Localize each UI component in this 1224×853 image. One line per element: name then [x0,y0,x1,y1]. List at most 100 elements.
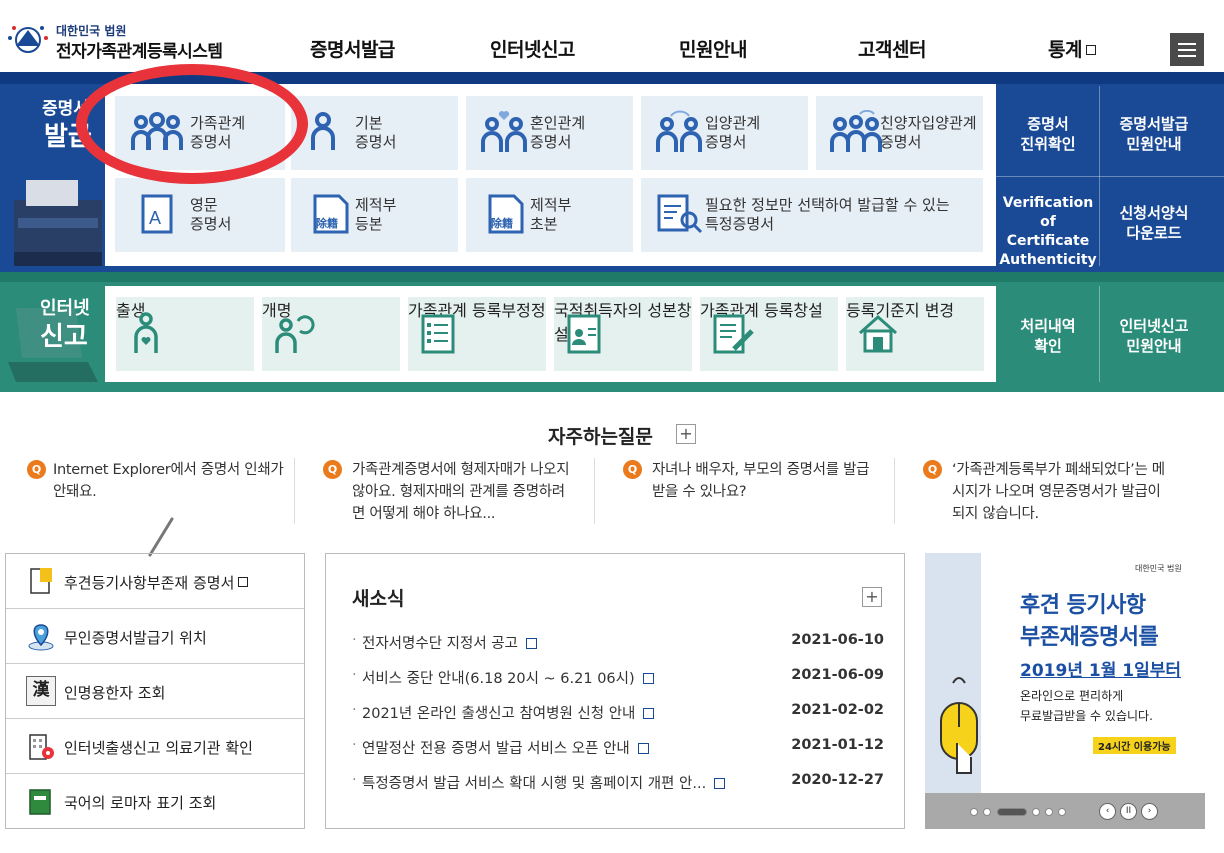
news-more-button[interactable]: + [862,587,882,607]
court-emblem-icon [8,26,48,53]
link-line: Certificate [1006,233,1090,249]
banner-court-label: 대한민국 법원 [1135,564,1182,573]
link-report-guide[interactable]: 인터넷신고 민원안내 [1104,316,1204,356]
nav-civil-guide[interactable]: 민원안내 [679,35,747,62]
tile-label: 기본 [355,114,383,132]
faq-line: 면 어떻게 해야 하나요... [352,506,496,522]
tile-label: 혼인관계 [530,114,586,132]
news-item[interactable]: · 전자서명수단 지정서 공고 2021-06-10 [352,632,884,652]
tile-specific-cert[interactable]: 필요한 정보만 선택하여 발급할 수 있는 특정증명서 [641,178,983,252]
doc-pen-icon [713,314,754,354]
bullet: · [352,667,357,683]
banner-line: 2019년 1월 1일부터 [1020,661,1182,681]
faq-line: 시지가 나오며 영문증명서가 발급이 [952,484,1161,500]
quick-link-hospital-check[interactable]: 인터넷출생신고 의료기관 확인 [6,719,304,774]
tile-naturalized-surname[interactable]: 국적취득자의 성본창설 [554,297,692,371]
checklist-doc-icon [421,314,455,354]
tile-removed-register-copy[interactable]: 除籍 제적부 등본 [291,178,458,252]
slide-dot[interactable] [983,808,991,816]
tile-basic-cert[interactable]: 기본 증명서 [291,96,458,170]
header: 대한민국 법원 전자가족관계등록시스템 증명서발급 인터넷신고 민원안내 고객센… [0,0,1224,72]
report-band-title-2: 신고 [40,322,88,352]
english-doc-icon: A [141,194,173,234]
tile-name-change[interactable]: 개명 [262,297,400,371]
faq-line: 가족관계증명서에 형제자매가 나오지 [352,462,570,478]
slide-dot[interactable] [1032,808,1040,816]
pause-button[interactable]: II [1120,803,1137,820]
tile-label: 등록창설 [763,301,823,320]
red-circle-annotation [76,64,308,184]
house-icon [859,314,897,353]
news-item-date: 2020-12-27 [791,772,884,788]
slide-dot-active[interactable] [997,808,1027,816]
banner-line: 무료발급받을 수 있습니다. [1020,709,1153,723]
nav-certificate-issue[interactable]: 증명서발급 [310,35,395,62]
tile-adoption-cert[interactable]: 입양관계 증명서 [641,96,808,170]
tile-label: 증명서 [880,133,922,151]
slide-dot[interactable] [1045,808,1053,816]
link-line: 처리내역 [1020,317,1076,335]
faq-item[interactable]: Q 가족관계증명서에 형제자매가 나오지 않아요. 형제자매의 관계를 증명하려… [305,458,595,524]
prev-slide-button[interactable]: ‹ [1099,803,1116,820]
faq-line: 자녀나 배우자, 부모의 증명서를 발급 [652,462,870,478]
faq-item[interactable]: Q 자녀나 배우자, 부모의 증명서를 발급 받을 수 있나요? [605,458,895,524]
slide-dot[interactable] [970,808,978,816]
tile-label: 특정증명서 [705,215,775,233]
all-menu-button[interactable] [1170,33,1204,66]
tile-birth-report[interactable]: 출생 [116,297,254,371]
next-slide-button[interactable]: › [1141,803,1158,820]
quick-link-romanization[interactable]: 국어의 로마자 표기 조회 [6,774,304,829]
banner-line: 후견 등기사항 [1020,593,1146,618]
svg-text:A: A [149,208,161,228]
faq-item[interactable]: Q ‘가족관계등록부가 폐쇄되었다’는 메 시지가 나오며 영문증명서가 발급이… [905,458,1195,524]
nav-statistics[interactable]: 통계 [1048,35,1096,62]
news-item-title: 2021년 온라인 출생신고 참여병원 신청 안내 [362,702,655,723]
quick-link-hanja-lookup[interactable]: 漢 인명용한자 조회 [6,664,304,719]
document-icon [714,778,726,789]
promo-banner[interactable]: 대한민국 법원 후견 등기사항 부존재증명서를 2019년 1월 1일부터 온라… [925,553,1205,829]
link-verification-english[interactable]: Verification of Certificate Authenticity [998,194,1098,270]
nav-customer-center[interactable]: 고객센터 [858,35,926,62]
link-line: 민원안내 [1126,135,1182,153]
document-icon [637,743,649,754]
tile-register-correction[interactable]: 가족관계 등록부정정 [408,297,546,371]
faq-line: 받을 수 있나요? [652,484,747,500]
couple-heart-icon [481,111,527,152]
tile-removed-register-abstract[interactable]: 除籍 제적부 초본 [466,178,633,252]
tile-register-creation[interactable]: 가족관계 등록창설 [700,297,838,371]
external-link-icon [238,577,249,587]
tile-label: 증명서 [530,133,572,151]
news-item-date: 2021-02-02 [791,702,884,718]
news-item[interactable]: · 2021년 온라인 출생신고 참여병원 신청 안내 2021-02-02 [352,702,884,722]
quick-link-kiosk-location[interactable]: 무인증명서발급기 위치 [6,609,304,664]
faq-title: 자주하는질문 [548,426,653,448]
tile-label: 영문 [190,196,218,214]
document-icon [525,638,537,649]
question-badge-icon: Q [623,460,642,479]
tile-base-address-change[interactable]: 등록기준지 변경 [846,297,984,371]
bullet: · [352,737,357,753]
tile-full-adoption-cert[interactable]: 친양자입양관계 증명서 [816,96,983,170]
news-title: 새소식 [352,588,405,610]
site-logo[interactable]: 대한민국 법원 전자가족관계등록시스템 [6,20,226,64]
quick-link-guardianship[interactable]: 후견등기사항부존재 증명서 [6,554,304,609]
logo-title: 전자가족관계등록시스템 [56,42,223,62]
tile-english-cert[interactable]: A 영문 증명서 [115,178,285,252]
faq-more-button[interactable]: + [676,424,696,444]
news-item[interactable]: · 서비스 중단 안내(6.18 20시 ~ 6.21 06시) 2021-06… [352,667,884,687]
news-item[interactable]: · 특정증명서 발급 서비스 확대 시행 및 홈페이지 개편 안... 2020… [352,772,884,792]
link-line: 확인 [1034,337,1062,355]
link-form-download[interactable]: 신청서양식 다운로드 [1104,203,1204,243]
tile-marriage-cert[interactable]: 혼인관계 증명서 [466,96,633,170]
hamburger-icon-bar [1178,49,1196,51]
hamburger-icon-bar [1178,55,1196,57]
link-issue-guide[interactable]: 증명서발급 민원안내 [1104,114,1204,154]
nav-internet-report[interactable]: 인터넷신고 [490,35,575,62]
slide-dot[interactable] [1058,808,1066,816]
document-icon [643,708,655,719]
news-item[interactable]: · 연말정산 전용 증명서 발급 서비스 오픈 안내 2021-01-12 [352,737,884,757]
tile-label: 친양자입양관계 [880,114,977,132]
link-cert-verify[interactable]: 증명서 진위확인 [1000,114,1096,154]
green-book-icon [29,789,51,815]
link-report-history[interactable]: 처리내역 확인 [1000,316,1096,356]
